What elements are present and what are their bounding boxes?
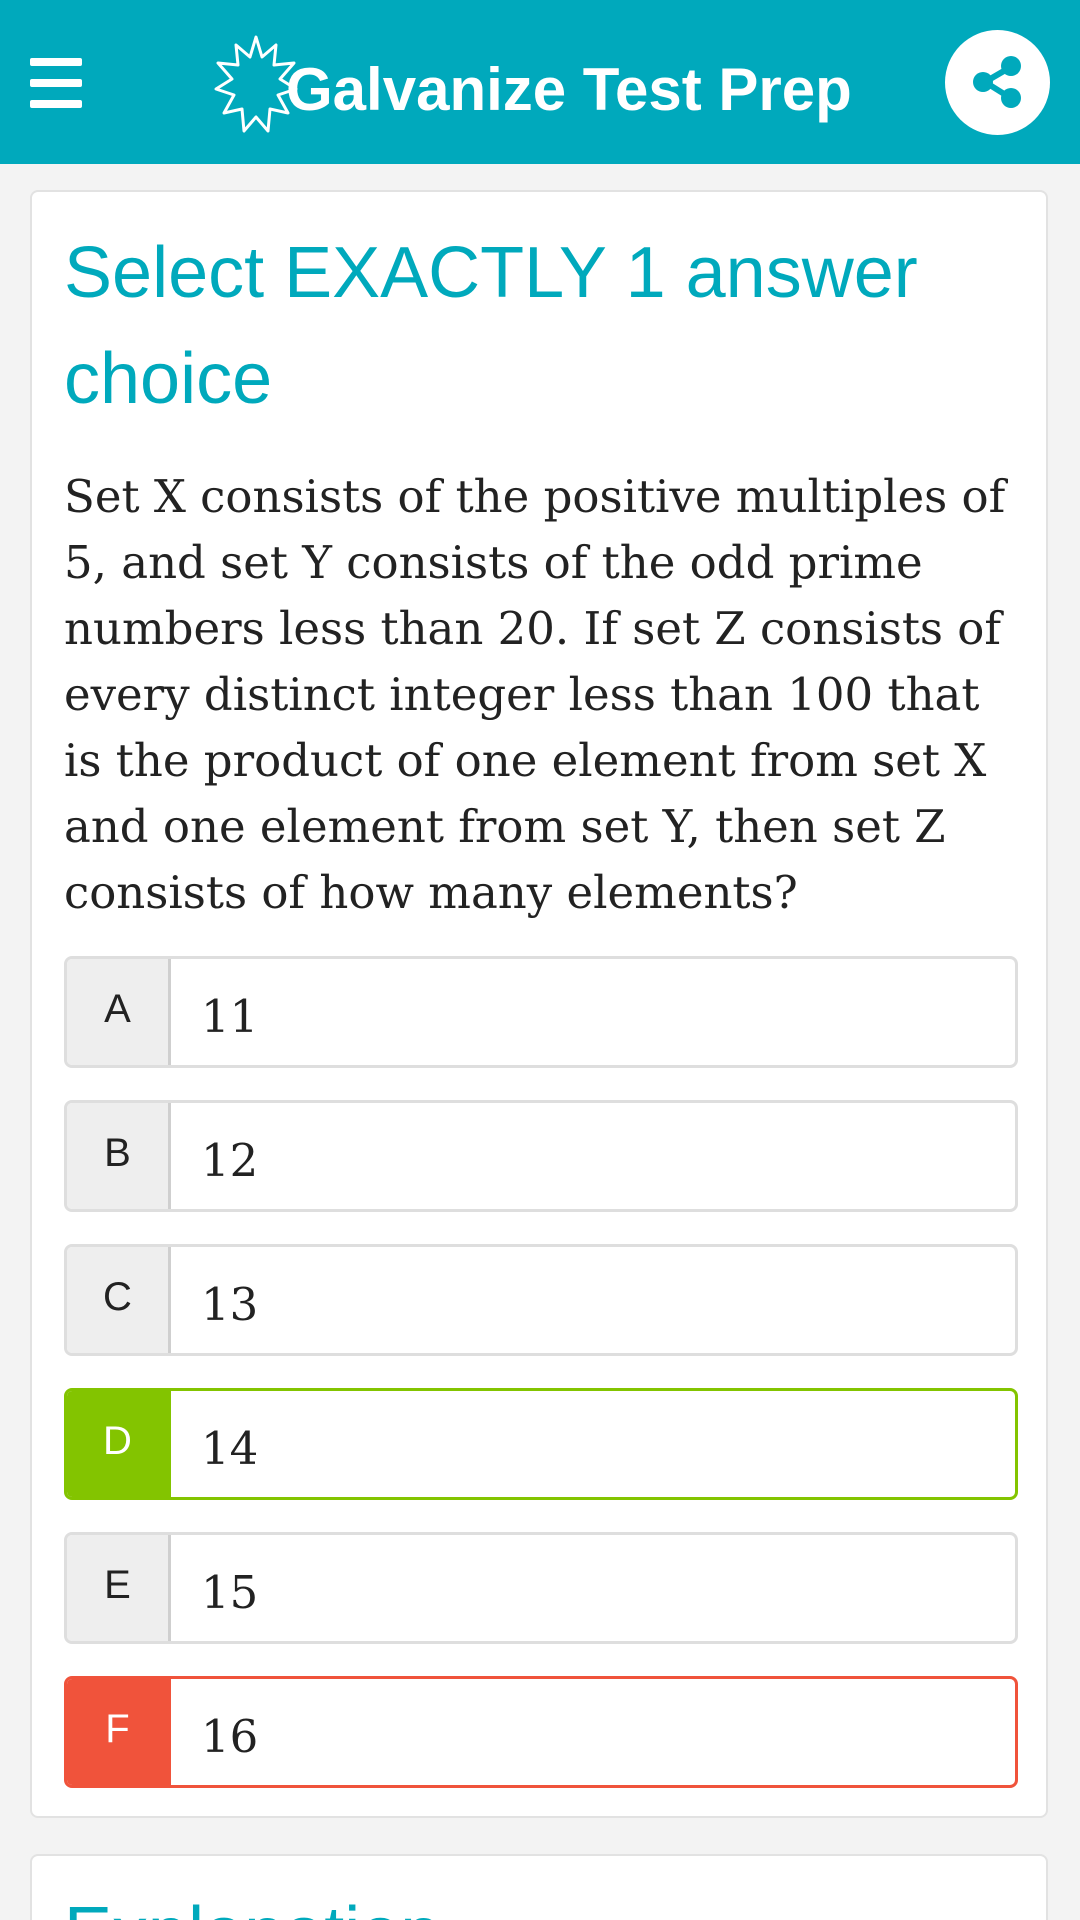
explanation-heading: Explanation — [64, 1892, 440, 1920]
choice-letter: B — [67, 1103, 171, 1209]
share-icon — [973, 56, 1021, 108]
choice-value: 14 — [201, 1421, 259, 1475]
hamburger-menu-icon — [30, 58, 82, 66]
question-text: Set X consists of the positive multiples… — [64, 470, 1006, 919]
choice-letter: A — [67, 959, 171, 1065]
explanation-card: Explanation — [30, 1854, 1048, 1920]
answer-choice-e[interactable]: E 15 — [64, 1532, 1018, 1644]
app-title: Galvanize Test Prep — [286, 55, 852, 123]
hamburger-menu-icon-bar — [30, 79, 82, 87]
answer-choice-c[interactable]: C 13 — [64, 1244, 1018, 1356]
choice-value: 11 — [201, 989, 259, 1043]
app-header: Galvanize Test Prep — [0, 0, 1080, 164]
answer-choice-f-incorrect[interactable]: F 16 — [64, 1676, 1018, 1788]
starburst-logo-icon — [214, 35, 298, 133]
question-card: Select EXACTLY 1 answer choice Set X con… — [30, 190, 1048, 1818]
choice-value: 15 — [201, 1565, 259, 1619]
answer-choice-b[interactable]: B 12 — [64, 1100, 1018, 1212]
choice-value: 13 — [201, 1277, 259, 1331]
choice-letter: D — [67, 1391, 171, 1497]
hamburger-menu-icon-bar — [30, 100, 82, 108]
answer-choice-d-correct[interactable]: D 14 — [64, 1388, 1018, 1500]
brand-logo: Galvanize Test Prep — [214, 20, 852, 150]
choice-letter: E — [67, 1535, 171, 1641]
choice-value: 16 — [201, 1709, 259, 1763]
menu-button[interactable] — [30, 58, 86, 108]
choice-value: 12 — [201, 1133, 259, 1187]
share-button[interactable] — [945, 30, 1050, 135]
answer-choices: A 11 B 12 C 13 D 14 E 15 F 16 — [64, 956, 1018, 1820]
answer-choice-a[interactable]: A 11 — [64, 956, 1018, 1068]
choice-letter: F — [67, 1679, 171, 1785]
choice-letter: C — [67, 1247, 171, 1353]
instruction-heading: Select EXACTLY 1 answer choice — [64, 233, 918, 419]
